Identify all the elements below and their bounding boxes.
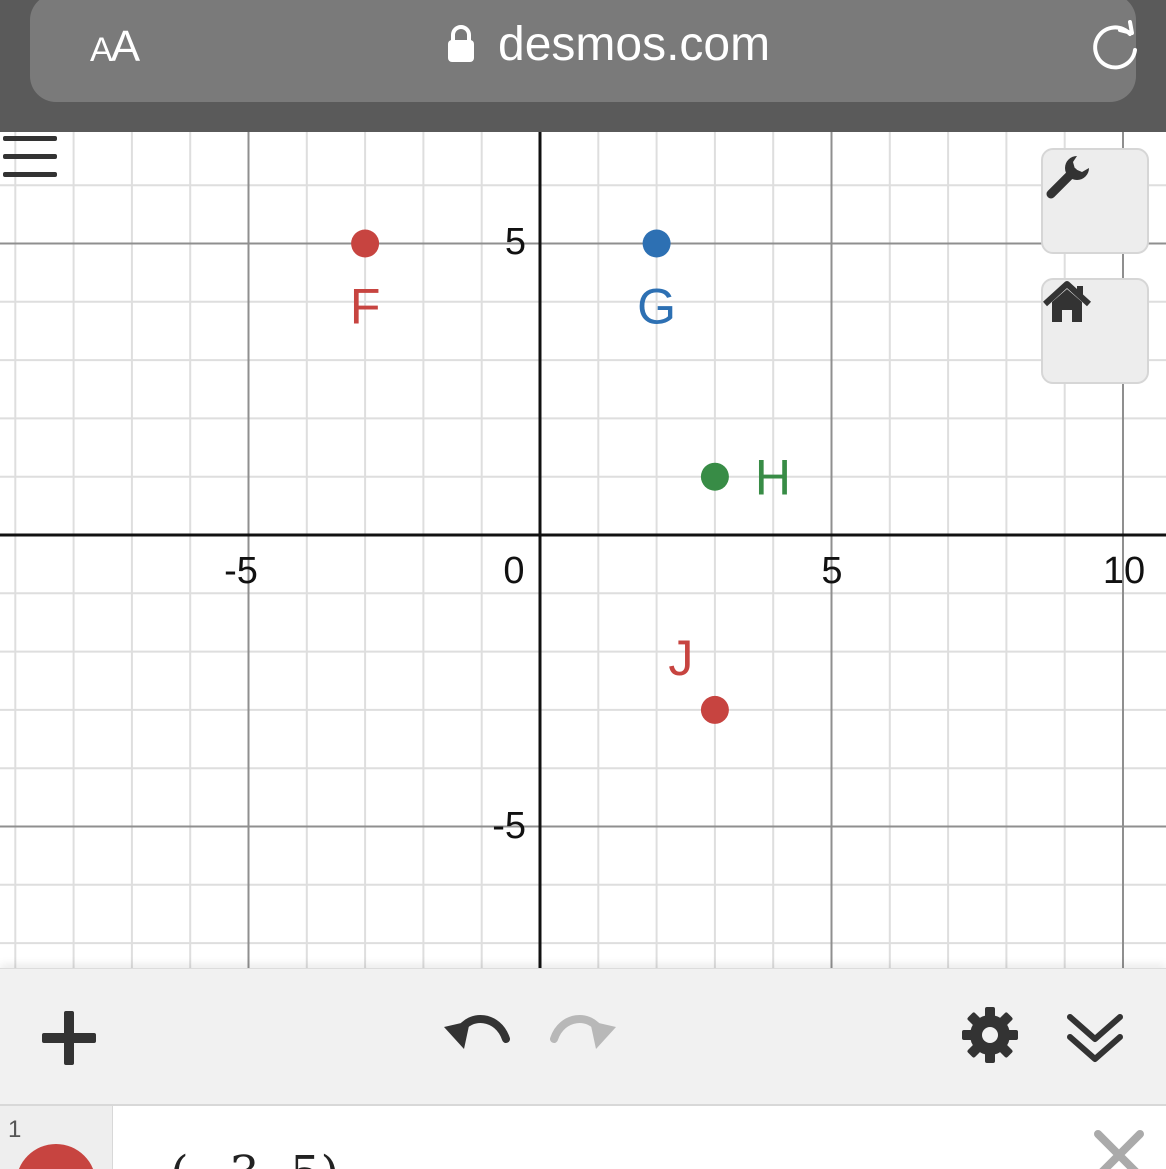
- browser-address-bar: AA desmos.com: [0, 0, 1166, 132]
- redo-icon[interactable]: [548, 1009, 620, 1059]
- graph-paper[interactable]: -5 0 5 10 5 -5 F G H J: [0, 132, 1166, 968]
- text-size-button[interactable]: AA: [90, 22, 140, 72]
- url-field[interactable]: AA desmos.com: [30, 0, 1137, 102]
- add-icon[interactable]: [38, 1007, 100, 1069]
- home-button[interactable]: [1041, 278, 1149, 384]
- major-gridlines: [0, 132, 1166, 968]
- point-f[interactable]: [351, 229, 380, 258]
- collapse-icon[interactable]: [1064, 1007, 1126, 1069]
- graph-canvas[interactable]: -5 0 5 10 5 -5 F G H J: [0, 132, 1166, 968]
- point-h[interactable]: [700, 462, 729, 491]
- gear-icon[interactable]: [960, 1005, 1020, 1065]
- wrench-icon: [1046, 156, 1089, 199]
- point-g[interactable]: [642, 229, 671, 258]
- y-tick-label: 5: [505, 221, 526, 263]
- expression-list: 1 (−3, 5): [0, 1104, 1166, 1169]
- expression-color-icon[interactable]: [16, 1144, 96, 1169]
- graph-settings-button[interactable]: [1041, 148, 1149, 254]
- lock-icon: [448, 25, 474, 62]
- home-icon: [1043, 281, 1091, 322]
- close-icon[interactable]: [1092, 1128, 1146, 1169]
- menu-icon[interactable]: [0, 132, 60, 184]
- point-label-g: G: [637, 279, 676, 335]
- bottom-toolbar: [0, 968, 1166, 1105]
- minor-gridlines: [0, 132, 1166, 968]
- expression-input[interactable]: (−3, 5): [170, 1146, 339, 1169]
- expression-gutter[interactable]: 1: [0, 1106, 113, 1169]
- x-tick-label: 0: [503, 550, 524, 592]
- expression-index: 1: [8, 1116, 22, 1143]
- undo-icon[interactable]: [440, 1009, 512, 1059]
- x-tick-label: 10: [1103, 550, 1145, 592]
- point-j[interactable]: [700, 695, 729, 724]
- axes: [0, 132, 1166, 968]
- reload-icon[interactable]: [1090, 20, 1142, 72]
- point-label-f: F: [350, 279, 381, 335]
- point-label-h: H: [755, 450, 791, 506]
- y-tick-label: -5: [492, 805, 526, 847]
- x-tick-label: -5: [224, 550, 258, 592]
- text-size-large-label: A: [110, 22, 140, 71]
- point-label-j: J: [668, 630, 693, 686]
- x-tick-label: 5: [821, 550, 842, 592]
- url-text: desmos.com: [498, 17, 771, 71]
- text-size-small-label: A: [90, 31, 113, 69]
